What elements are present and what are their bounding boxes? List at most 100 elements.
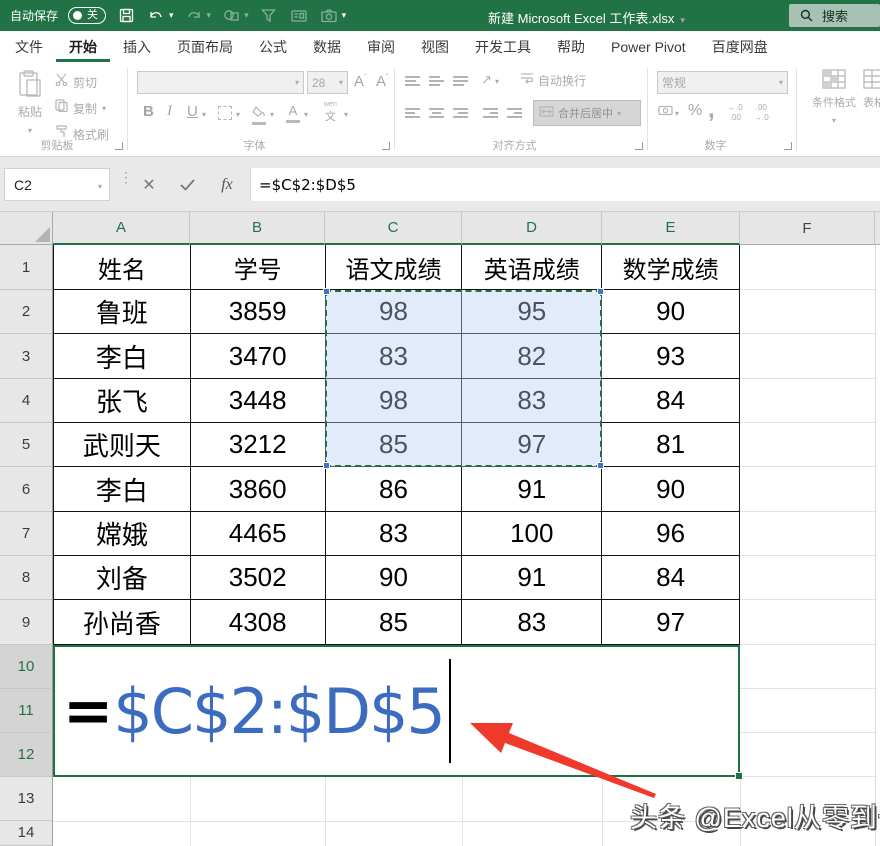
column-header-A[interactable]: A <box>53 212 190 245</box>
font-size-combo[interactable]: 28▾ <box>307 71 348 94</box>
grow-font-button[interactable]: Aˆ <box>354 73 367 90</box>
cell-C7[interactable]: 83 <box>326 512 463 556</box>
autosave-toggle[interactable]: 关 <box>68 7 106 24</box>
cell-E3[interactable]: 93 <box>602 334 740 379</box>
bold-button[interactable]: B <box>143 103 154 120</box>
cell-A8[interactable]: 刘备 <box>54 556 191 600</box>
decrease-decimal-button[interactable]: .00 →.0 <box>754 103 769 124</box>
format-as-table-button[interactable]: 表格 <box>863 69 880 110</box>
name-box[interactable]: C2 ▾ <box>4 168 110 201</box>
cell-B5[interactable]: 3212 <box>191 423 326 467</box>
cut-button[interactable]: 剪切 <box>55 73 97 91</box>
shape-dropdown-icon[interactable]: ▾ <box>244 10 249 21</box>
align-bottom-icon[interactable] <box>453 74 468 88</box>
undo-dropdown-icon[interactable]: ▾ <box>169 10 174 21</box>
cell-C1[interactable]: 语文成绩 <box>326 245 463 290</box>
tab-view[interactable]: 视图 <box>408 31 462 62</box>
borders-icon[interactable] <box>218 106 232 120</box>
row-header-4[interactable]: 4 <box>0 379 53 423</box>
number-dialog-launcher[interactable] <box>784 142 792 150</box>
cell-E8[interactable]: 84 <box>602 556 740 600</box>
name-box-dropdown-icon[interactable]: ▾ <box>98 182 102 191</box>
cell-E7[interactable]: 96 <box>602 512 740 556</box>
cancel-entry-button[interactable]: ✕ <box>134 168 164 201</box>
align-right-icon[interactable] <box>453 106 468 120</box>
cell-A4[interactable]: 张飞 <box>54 379 191 423</box>
align-left-icon[interactable] <box>405 106 420 120</box>
save-icon[interactable] <box>116 7 136 25</box>
redo-icon[interactable] <box>184 7 204 25</box>
cell-C8[interactable]: 90 <box>326 556 463 600</box>
fill-color-button[interactable] <box>252 104 266 125</box>
accounting-dropdown-icon[interactable]: ▾ <box>675 109 679 118</box>
tab-developer[interactable]: 开发工具 <box>462 31 544 62</box>
row-header-3[interactable]: 3 <box>0 334 53 379</box>
cell-E1[interactable]: 数学成绩 <box>602 245 740 290</box>
row-header-10[interactable]: 10 <box>0 645 53 689</box>
cell-B1[interactable]: 学号 <box>191 245 326 290</box>
cell-E5[interactable]: 81 <box>602 423 740 467</box>
cell-C9[interactable]: 85 <box>326 600 463 645</box>
cell-D1[interactable]: 英语成绩 <box>462 245 602 290</box>
align-middle-icon[interactable] <box>429 74 444 88</box>
row-header-1[interactable]: 1 <box>0 245 53 290</box>
font-dialog-launcher[interactable] <box>382 142 390 150</box>
tab-data[interactable]: 数据 <box>300 31 354 62</box>
column-header-E[interactable]: E <box>602 212 740 245</box>
selection-handle[interactable] <box>323 288 330 295</box>
borders-dropdown-icon[interactable]: ▾ <box>236 110 240 119</box>
cell-B7[interactable]: 4465 <box>191 512 326 556</box>
underline-button[interactable]: U <box>187 103 198 120</box>
merged-edit-cell[interactable]: = $C$2:$D$5 <box>53 645 740 777</box>
row-header-13[interactable]: 13 <box>0 777 53 821</box>
search-box[interactable]: 搜索 <box>789 4 880 27</box>
selection-handle[interactable] <box>597 288 604 295</box>
row-header-12[interactable]: 12 <box>0 733 53 777</box>
increase-indent-icon[interactable] <box>507 106 522 120</box>
cell-A3[interactable]: 李白 <box>54 334 191 379</box>
cell-B9[interactable]: 4308 <box>191 600 326 645</box>
decrease-indent-icon[interactable] <box>483 106 498 120</box>
cell-B3[interactable]: 3470 <box>191 334 326 379</box>
conditional-formatting-button[interactable]: 条件格式 ▾ <box>805 69 863 128</box>
row-header-6[interactable]: 6 <box>0 467 53 512</box>
cell-D8[interactable]: 91 <box>462 556 602 600</box>
selection-range-C2-D5[interactable] <box>325 290 602 467</box>
cell-E4[interactable]: 84 <box>602 379 740 423</box>
cell-E2[interactable]: 90 <box>602 290 740 334</box>
formula-input[interactable]: =$C$2:$D$5 <box>250 168 880 201</box>
clipboard-dialog-launcher[interactable] <box>115 142 123 150</box>
tab-home[interactable]: 开始 <box>56 31 110 62</box>
accounting-format-icon[interactable] <box>658 104 673 122</box>
redo-dropdown-icon[interactable]: ▾ <box>207 10 212 21</box>
phonetic-dropdown-icon[interactable]: ▾ <box>344 110 348 119</box>
draw-shape-icon[interactable] <box>221 7 241 25</box>
italic-button[interactable]: I <box>167 103 172 120</box>
tab-help[interactable]: 帮助 <box>544 31 598 62</box>
cell-A2[interactable]: 鲁班 <box>54 290 191 334</box>
cell-D6[interactable]: 91 <box>462 467 602 512</box>
fill-handle[interactable] <box>735 772 743 780</box>
fill-color-dropdown-icon[interactable]: ▾ <box>270 110 274 119</box>
tab-power-pivot[interactable]: Power Pivot <box>598 31 699 62</box>
cell-E6[interactable]: 90 <box>602 467 740 512</box>
number-format-combo[interactable]: 常规▾ <box>657 71 788 94</box>
tab-review[interactable]: 审阅 <box>354 31 408 62</box>
orientation-dropdown-icon[interactable]: ▾ <box>495 77 499 86</box>
cell-B2[interactable]: 3859 <box>191 290 326 334</box>
cell-D9[interactable]: 83 <box>462 600 602 645</box>
font-color-button[interactable]: A <box>286 102 300 123</box>
cell-A5[interactable]: 武则天 <box>54 423 191 467</box>
row-header-2[interactable]: 2 <box>0 290 53 334</box>
align-top-icon[interactable] <box>405 74 420 88</box>
cell-D7[interactable]: 100 <box>462 512 602 556</box>
tab-formulas[interactable]: 公式 <box>246 31 300 62</box>
insert-function-button[interactable]: fx <box>212 168 242 201</box>
cell-A7[interactable]: 嫦娥 <box>54 512 191 556</box>
document-title[interactable]: 新建 Microsoft Excel 工作表.xlsx▾ <box>488 8 685 27</box>
cell-A9[interactable]: 孙尚香 <box>54 600 191 645</box>
undo-icon[interactable] <box>146 7 166 25</box>
cell-B6[interactable]: 3860 <box>191 467 326 512</box>
confirm-entry-button[interactable] <box>172 168 202 201</box>
underline-dropdown-icon[interactable]: ▾ <box>202 110 206 119</box>
